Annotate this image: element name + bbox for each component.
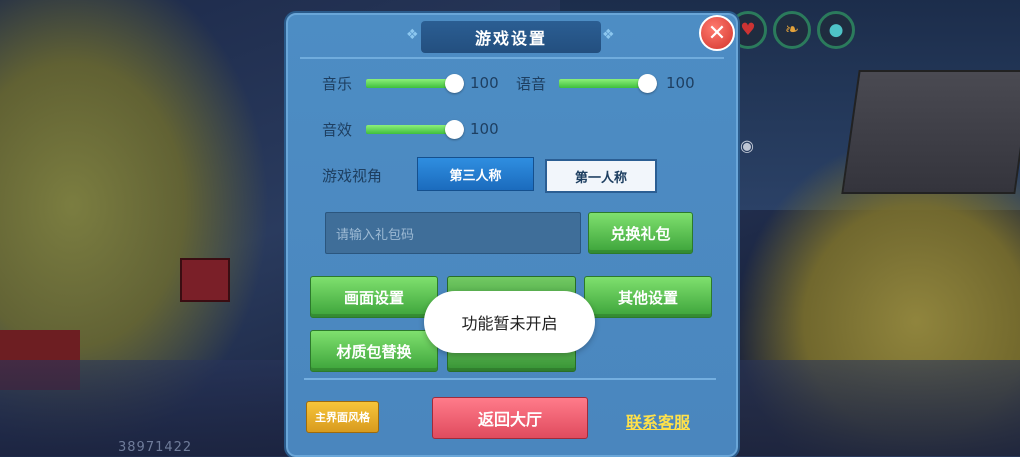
- slider-fill: [559, 79, 649, 88]
- ui-style-button[interactable]: 主界面风格: [306, 401, 379, 433]
- slider-fill: [366, 125, 456, 134]
- footer-divider: [304, 378, 716, 380]
- slider-knob[interactable]: [445, 74, 464, 93]
- back-to-lobby-button[interactable]: 返回大厅: [432, 397, 588, 439]
- title-ribbon: 游戏设置: [421, 21, 601, 53]
- gift-code-input[interactable]: 请输入礼包码: [325, 212, 581, 254]
- graphics-settings-button[interactable]: 画面设置: [310, 276, 438, 318]
- sfx-label: 音效: [322, 121, 353, 139]
- sfx-value: 100: [470, 120, 499, 138]
- eye-icon[interactable]: ◉: [740, 136, 764, 155]
- music-label: 音乐: [322, 75, 353, 93]
- other-settings-button[interactable]: 其他设置: [584, 276, 712, 318]
- music-slider[interactable]: [366, 71, 464, 97]
- player-coordinates: 38971422: [118, 440, 193, 455]
- hunger-icon: ❧: [773, 11, 811, 49]
- sfx-slider[interactable]: [366, 117, 464, 143]
- voice-label: 语音: [516, 75, 547, 93]
- wooden-crate: [841, 70, 1020, 194]
- title-divider: [300, 57, 724, 59]
- slider-knob[interactable]: [638, 74, 657, 93]
- slider-fill: [366, 79, 456, 88]
- voice-slider[interactable]: [559, 71, 657, 97]
- status-icons: ♥ ❧ ●: [729, 11, 855, 49]
- close-button[interactable]: ✕: [699, 15, 735, 51]
- voice-value: 100: [666, 74, 695, 92]
- first-person-button[interactable]: 第一人称: [545, 159, 657, 193]
- gift-box: [180, 258, 230, 302]
- music-value: 100: [470, 74, 499, 92]
- ornament-right-icon: ❖: [602, 27, 615, 43]
- toast-message: 功能暂未开启: [424, 291, 595, 353]
- water-drop-icon: ●: [817, 11, 855, 49]
- contact-support-link[interactable]: 联系客服: [626, 409, 690, 433]
- slider-knob[interactable]: [445, 120, 464, 139]
- third-person-button[interactable]: 第三人称: [417, 157, 534, 191]
- view-label: 游戏视角: [322, 167, 383, 185]
- panel-title: 游戏设置: [474, 29, 547, 48]
- texture-pack-button[interactable]: 材质包替换: [310, 330, 438, 372]
- redeem-gift-button[interactable]: 兑换礼包: [588, 212, 693, 254]
